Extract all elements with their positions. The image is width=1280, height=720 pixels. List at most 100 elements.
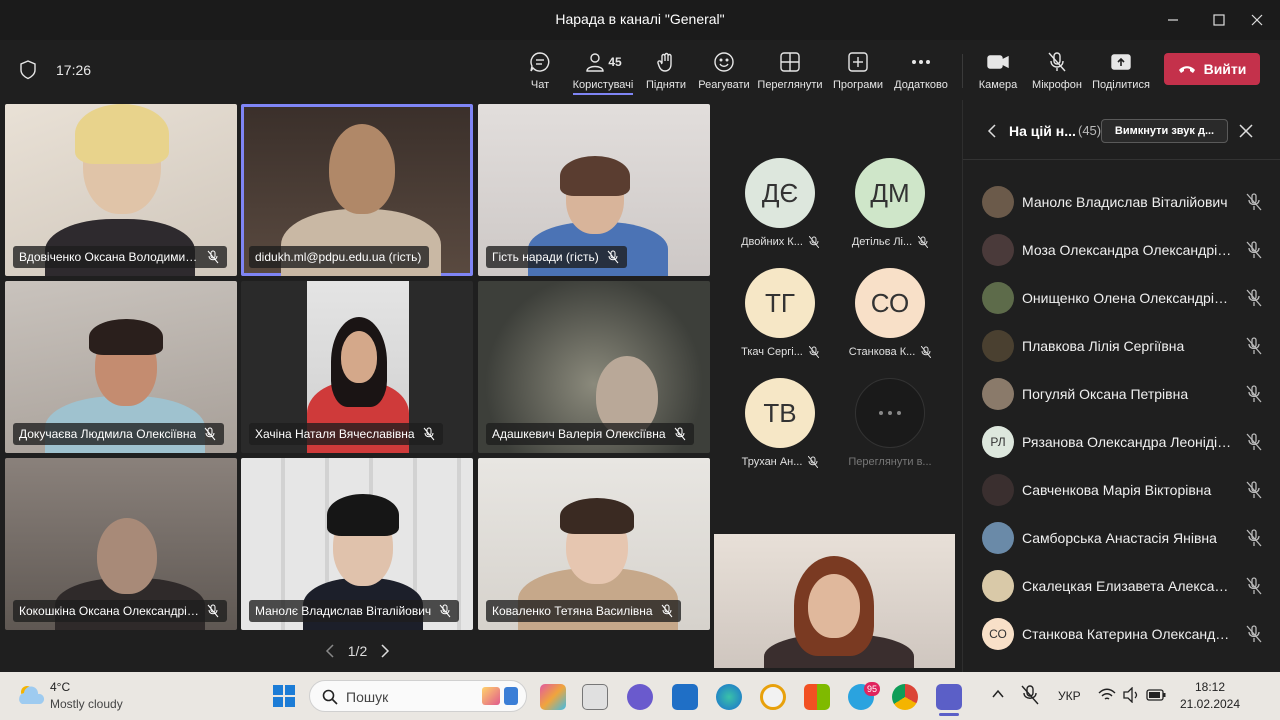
participant-list-item[interactable]: Плавкова Лілія Сергіївна xyxy=(982,326,1262,366)
copilot-icon[interactable] xyxy=(540,684,566,710)
teams-chat-icon[interactable] xyxy=(627,684,653,710)
participant-list-item[interactable]: РЛ Рязанова Олександра Леонідівна xyxy=(982,422,1262,462)
participant-mic-status[interactable] xyxy=(1246,481,1262,504)
leave-button[interactable]: Вийти xyxy=(1164,53,1260,85)
volume-icon[interactable] xyxy=(1122,687,1140,703)
camera-label: Камера xyxy=(978,79,1018,91)
video-tile-active-speaker[interactable]: didukh.ml@pdpu.edu.ua (гість) xyxy=(241,104,473,276)
app-ring-icon[interactable] xyxy=(760,684,786,710)
participant-list-item[interactable]: Онищенко Олена Олександрівна xyxy=(982,278,1262,318)
taskbar-clock-date[interactable]: 21.02.2024 xyxy=(1170,697,1250,711)
leave-label: Вийти xyxy=(1203,61,1247,77)
windows-start-icon[interactable] xyxy=(272,684,296,708)
camera-button[interactable]: Камера xyxy=(978,50,1018,96)
raise-hand-button[interactable]: Підняти xyxy=(644,50,688,96)
view-button[interactable]: Переглянути xyxy=(757,50,823,96)
video-tile[interactable]: Кокошкіна Оксана Олександрівна xyxy=(5,458,237,630)
chat-button[interactable]: Чат xyxy=(524,50,556,96)
cloudy-weather-icon[interactable] xyxy=(16,682,46,708)
toolbar-separator xyxy=(962,54,963,88)
participant-mic-status[interactable] xyxy=(1246,433,1262,456)
participant-name: Самборська Анастасія Янівна xyxy=(1022,530,1217,546)
video-tile[interactable]: Докучаєва Людмила Олексіївна xyxy=(5,281,237,453)
close-window-button[interactable] xyxy=(1234,0,1280,40)
page-navigation: 1/2 xyxy=(325,642,390,660)
participant-count: (45) xyxy=(1078,123,1102,138)
chevron-left-icon[interactable] xyxy=(987,124,997,138)
video-tile[interactable]: Коваленко Тетяна Василівна xyxy=(478,458,710,630)
avatar: ТВ xyxy=(745,378,815,448)
view-all-participants-button[interactable]: Переглянути в... xyxy=(840,378,940,486)
people-icon xyxy=(586,53,605,72)
taskbar-clock-time[interactable]: 18:12 xyxy=(1180,680,1240,694)
share-button[interactable]: Поділитися xyxy=(1092,50,1150,96)
chevron-up-icon[interactable] xyxy=(992,688,1004,700)
people-label: Користувачі xyxy=(572,79,634,95)
search-icon xyxy=(322,689,338,705)
avatar-tile[interactable]: ДМ Детільє Лі... xyxy=(840,158,940,266)
search-highlight-icon xyxy=(482,687,500,705)
mic-off-icon xyxy=(1246,625,1262,643)
video-tile[interactable]: Хачіна Наталя Вячеславівна xyxy=(241,281,473,453)
react-button[interactable]: Реагувати xyxy=(698,50,750,96)
participant-list-item[interactable]: Моза Олександра Олександрівна xyxy=(982,230,1262,270)
weather-temperature[interactable]: 4°C xyxy=(50,680,70,694)
chrome-icon[interactable] xyxy=(892,684,918,710)
mic-off-icon xyxy=(204,427,216,441)
apps-button[interactable]: Програми xyxy=(832,50,884,96)
participant-name-pill: didukh.ml@pdpu.edu.ua (гість) xyxy=(249,246,430,268)
self-view-video[interactable] xyxy=(714,534,955,668)
taskbar-search-box[interactable]: Пошук xyxy=(309,680,527,712)
participant-list-item[interactable]: Скалецкая Елизавета Александровна xyxy=(982,566,1262,606)
participant-list-item[interactable]: Савченкова Марія Вікторівна xyxy=(982,470,1262,510)
participant-mic-status[interactable] xyxy=(1246,529,1262,552)
participant-mic-status[interactable] xyxy=(1246,577,1262,600)
grid-view-icon xyxy=(780,52,800,72)
more-button[interactable]: Додатково xyxy=(892,50,950,96)
mic-off-icon xyxy=(674,427,685,441)
teams-app-icon[interactable] xyxy=(936,684,962,710)
mic-off-icon[interactable] xyxy=(1020,684,1040,706)
participant-mic-status[interactable] xyxy=(1246,337,1262,360)
participant-mic-status[interactable] xyxy=(1246,241,1262,264)
keyboard-language[interactable]: УКР xyxy=(1058,689,1081,703)
avatar-tile[interactable]: ТВ Трухан Ан... xyxy=(730,378,830,486)
hand-icon xyxy=(657,52,672,72)
participant-mic-status[interactable] xyxy=(1246,289,1262,312)
chevron-left-icon[interactable] xyxy=(325,644,335,658)
edge-browser-icon[interactable] xyxy=(716,684,742,710)
participant-mic-status[interactable] xyxy=(1246,385,1262,408)
microsoft-store-icon[interactable] xyxy=(804,684,830,710)
shield-icon[interactable] xyxy=(19,60,37,80)
minimize-button[interactable] xyxy=(1150,0,1196,40)
participant-name-pill: Вдовіченко Оксана Володимирівна xyxy=(13,246,227,268)
video-tile[interactable]: Манолє Владислав Віталійович xyxy=(241,458,473,630)
task-view-icon[interactable] xyxy=(582,684,608,710)
participant-list-item[interactable]: Погуляй Оксана Петрівна xyxy=(982,374,1262,414)
mute-all-button[interactable]: Вимкнути звук д... xyxy=(1101,119,1228,143)
telegram-unread-badge: 95 xyxy=(864,682,881,696)
wifi-icon[interactable] xyxy=(1098,688,1116,702)
video-tile[interactable]: Адашкевич Валерія Олексіївна xyxy=(478,281,710,453)
weather-description[interactable]: Mostly cloudy xyxy=(50,697,123,711)
avatar-tile[interactable]: СО Станкова К... xyxy=(840,268,940,376)
participant-mic-status[interactable] xyxy=(1246,193,1262,216)
people-button[interactable]: 45 Користувачі xyxy=(570,50,636,96)
video-tile[interactable]: Вдовіченко Оксана Володимирівна xyxy=(5,104,237,276)
participant-mic-status[interactable] xyxy=(1246,625,1262,648)
mic-button[interactable]: Мікрофон xyxy=(1030,50,1084,96)
page-indicator: 1/2 xyxy=(347,643,368,659)
bottle-icon xyxy=(504,687,518,705)
avatar-tile[interactable]: ТГ Ткач Сергі... xyxy=(730,268,830,376)
battery-icon[interactable] xyxy=(1146,689,1166,701)
participant-avatar xyxy=(982,474,1014,506)
participant-list-item[interactable]: СО Станкова Катерина Олександрівна xyxy=(982,614,1262,654)
maximize-icon xyxy=(1213,14,1225,26)
avatar-tile[interactable]: ДЄ Двойних К... xyxy=(730,158,830,266)
chevron-right-icon[interactable] xyxy=(380,644,390,658)
participant-list-item[interactable]: Манолє Владислав Віталійович xyxy=(982,182,1262,222)
close-icon[interactable] xyxy=(1239,124,1253,138)
mail-icon[interactable] xyxy=(672,684,698,710)
video-tile[interactable]: Гість наради (гість) xyxy=(478,104,710,276)
participant-list-item[interactable]: Самборська Анастасія Янівна xyxy=(982,518,1262,558)
